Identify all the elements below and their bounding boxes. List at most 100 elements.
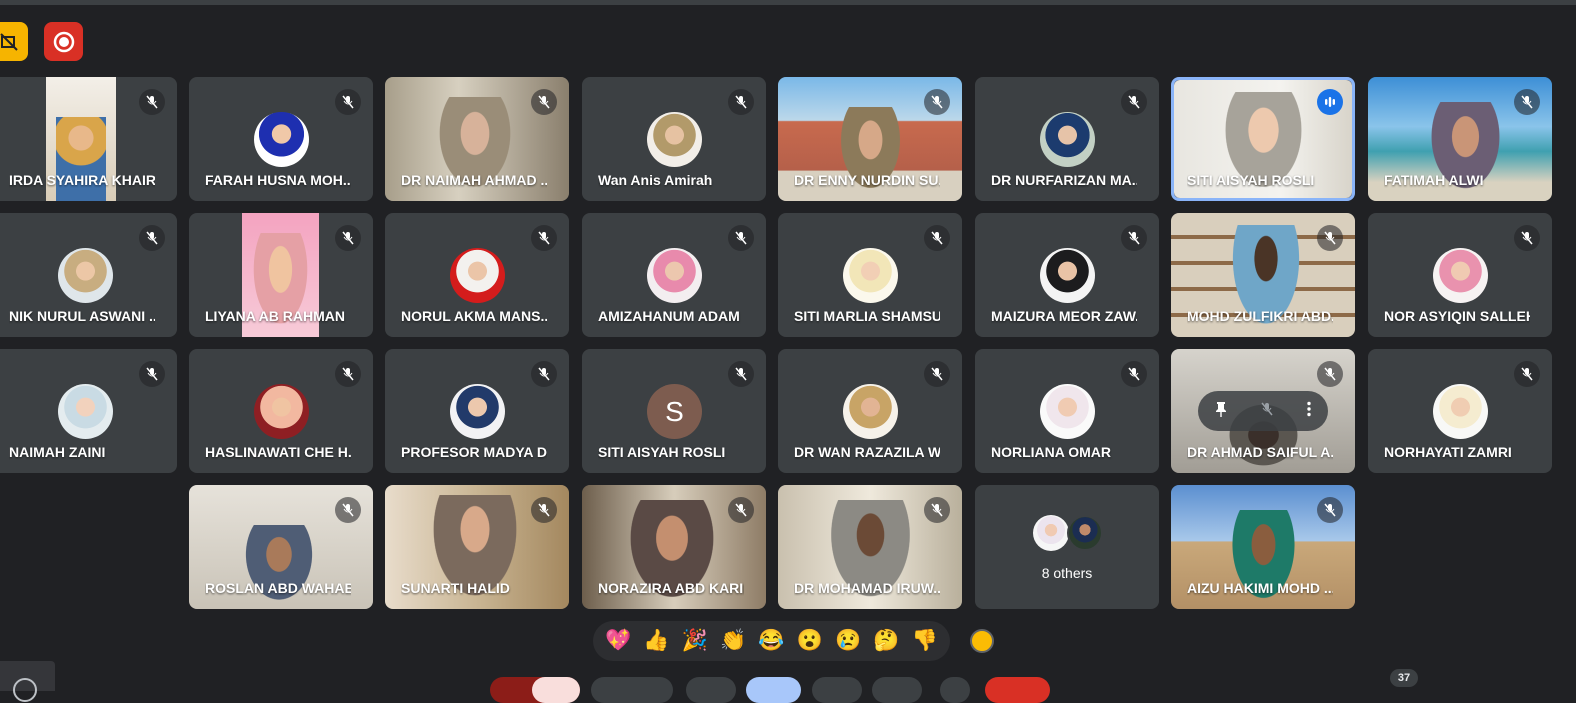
- pin-icon[interactable]: [1214, 401, 1228, 422]
- mic-off-icon: [1514, 89, 1540, 115]
- participant-tile[interactable]: SITI MARLIA SHAMSU...: [778, 213, 962, 337]
- participant-tile[interactable]: ROSLAN ABD WAHAB: [189, 485, 373, 609]
- participant-tile[interactable]: DR NURFARIZAN MA...: [975, 77, 1159, 201]
- mic-off-icon: [531, 89, 557, 115]
- participant-tile[interactable]: DR WAN RAZAZILA W...: [778, 349, 962, 473]
- mic-control-highlight: [532, 677, 580, 703]
- participant-tile[interactable]: NORLIANA OMAR: [975, 349, 1159, 473]
- mic-off-icon: [1121, 225, 1147, 251]
- avatar: [1040, 112, 1095, 167]
- avatar: [647, 112, 702, 167]
- mic-off-icon: [139, 361, 165, 387]
- participant-video-person: [56, 117, 106, 201]
- mic-off-icon: [1514, 361, 1540, 387]
- participant-tile-speaking[interactable]: SITI AISYAH ROSLI: [1171, 77, 1355, 201]
- mic-off-icon: [728, 89, 754, 115]
- avatar: [1033, 515, 1069, 551]
- participant-name: ROSLAN ABD WAHAB: [205, 580, 351, 596]
- reaction-surprised[interactable]: 😮: [797, 629, 823, 653]
- participant-name: SUNARTI HALID: [401, 580, 510, 596]
- participant-name: DR WAN RAZAZILA W...: [794, 444, 940, 460]
- participant-name: AIZU HAKIMI MOHD ...: [1187, 580, 1333, 596]
- participant-tile[interactable]: NOR ASYIQIN SALLEH: [1368, 213, 1552, 337]
- no-video-warning-icon[interactable]: [0, 22, 28, 61]
- participant-tile[interactable]: NORAZIRA ABD KARIM: [582, 485, 766, 609]
- mic-off-icon: [1514, 225, 1540, 251]
- participant-tile[interactable]: NORHAYATI ZAMRI: [1368, 349, 1552, 473]
- reaction-thumbs-down[interactable]: 👎: [912, 629, 938, 653]
- participant-tile[interactable]: DR ENNY NURDIN SU...: [778, 77, 962, 201]
- participant-name: SITI MARLIA SHAMSU...: [794, 308, 940, 324]
- participant-name: DR MOHAMAD IRUW...: [794, 580, 940, 596]
- avatar: [1040, 248, 1095, 303]
- participant-name: DR ENNY NURDIN SU...: [794, 172, 940, 188]
- participant-tile[interactable]: DR AHMAD SAIFUL A...: [1171, 349, 1355, 473]
- reaction-thumbs-up[interactable]: 👍: [643, 629, 669, 653]
- recording-icon[interactable]: [44, 22, 83, 61]
- others-tile[interactable]: 8 others: [975, 485, 1159, 609]
- participant-name: SITI AISYAH ROSLI: [598, 444, 726, 460]
- others-count-label: 8 others: [1041, 565, 1093, 581]
- participant-name: NAIMAH ZAINI: [9, 444, 106, 460]
- overflow-button[interactable]: [940, 677, 970, 703]
- participant-tile[interactable]: AMIZAHANUM ADAM: [582, 213, 766, 337]
- captions-button[interactable]: [686, 677, 736, 703]
- more-vert-icon[interactable]: [1306, 401, 1312, 422]
- participant-tile[interactable]: S SITI AISYAH ROSLI: [582, 349, 766, 473]
- participant-tile[interactable]: DR MOHAMAD IRUW...: [778, 485, 962, 609]
- mic-off-icon: [335, 89, 361, 115]
- avatar: [1040, 384, 1095, 439]
- participant-video-person: [239, 525, 319, 609]
- camera-control-button[interactable]: [591, 677, 673, 703]
- activities-button[interactable]: [0, 661, 55, 702]
- participant-name: HASLINAWATI CHE H...: [205, 444, 351, 460]
- participant-tile[interactable]: DR NAIMAH AHMAD ...: [385, 77, 569, 201]
- mic-off-icon: [1317, 361, 1343, 387]
- participant-tile[interactable]: PROFESOR MADYA D...: [385, 349, 569, 473]
- reaction-skin-tone-button[interactable]: [970, 629, 994, 653]
- participant-tile[interactable]: MAIZURA MEOR ZAW...: [975, 213, 1159, 337]
- reaction-crying[interactable]: 😢: [835, 629, 861, 653]
- participant-tile[interactable]: FARAH HUSNA MOH...: [189, 77, 373, 201]
- mic-off-icon: [728, 361, 754, 387]
- participant-tile[interactable]: AIZU HAKIMI MOHD ...: [1171, 485, 1355, 609]
- participant-name: DR NURFARIZAN MA...: [991, 172, 1137, 188]
- reaction-laughing[interactable]: 😂: [758, 629, 784, 653]
- participant-name: MAIZURA MEOR ZAW...: [991, 308, 1137, 324]
- audio-wave-icon: [1317, 89, 1343, 115]
- participant-tile[interactable]: NORUL AKMA MANS...: [385, 213, 569, 337]
- others-avatars: [1033, 515, 1103, 555]
- present-button[interactable]: [812, 677, 862, 703]
- participant-tile[interactable]: MOHD ZULFIKRI ABD...: [1171, 213, 1355, 337]
- participant-name: NOR ASYIQIN SALLEH: [1384, 308, 1530, 324]
- participant-tile[interactable]: IRDA SYAHIRA KHAIR ...: [0, 77, 177, 201]
- participant-tile[interactable]: NIK NURUL ASWANI ...: [0, 213, 177, 337]
- participant-tile[interactable]: NAIMAH ZAINI: [0, 349, 177, 473]
- circle-icon: [13, 678, 37, 702]
- reaction-clapping[interactable]: 👏: [720, 629, 746, 653]
- participant-tile[interactable]: Wan Anis Amirah: [582, 77, 766, 201]
- mic-off-icon: [728, 497, 754, 523]
- reaction-thinking[interactable]: 🤔: [873, 629, 899, 653]
- mic-off-icon: [139, 225, 165, 251]
- avatar: [450, 384, 505, 439]
- participant-tile[interactable]: LIYANA AB RAHMAN: [189, 213, 373, 337]
- reaction-party-popper[interactable]: 🎉: [682, 629, 708, 653]
- participant-name: FATIMAH ALWI: [1384, 172, 1484, 188]
- leave-call-button[interactable]: [985, 677, 1050, 703]
- mute-for-all-icon[interactable]: [1260, 402, 1274, 421]
- participant-tile[interactable]: SUNARTI HALID: [385, 485, 569, 609]
- mic-off-icon: [531, 361, 557, 387]
- participant-name: FARAH HUSNA MOH...: [205, 172, 351, 188]
- avatar: [647, 248, 702, 303]
- avatar: [843, 384, 898, 439]
- more-options-button[interactable]: [872, 677, 922, 703]
- reaction-sparkling-heart[interactable]: 💖: [605, 629, 631, 653]
- participant-name: IRDA SYAHIRA KHAIR ...: [9, 172, 155, 188]
- raise-hand-button[interactable]: [746, 677, 801, 703]
- participant-name: NORAZIRA ABD KARIM: [598, 580, 744, 596]
- mic-off-icon: [531, 225, 557, 251]
- mic-off-icon: [139, 89, 165, 115]
- participant-tile[interactable]: HASLINAWATI CHE H...: [189, 349, 373, 473]
- participant-tile[interactable]: FATIMAH ALWI: [1368, 77, 1552, 201]
